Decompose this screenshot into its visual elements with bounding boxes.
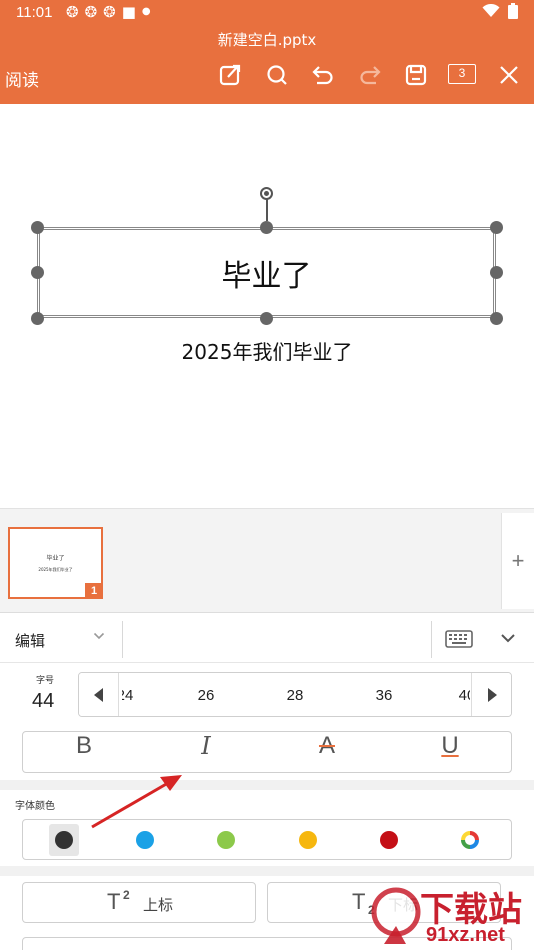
bold-button[interactable]: B [54, 732, 114, 772]
add-slide-button[interactable]: + [501, 513, 534, 609]
slide-number-badge: 1 [85, 583, 103, 599]
collapse-chevron-icon[interactable] [500, 632, 516, 644]
site-watermark: 下载站 91xz.net [368, 882, 534, 950]
font-size-option[interactable]: 28 [275, 687, 315, 704]
document-title: 新建空白.pptx [217, 31, 317, 49]
font-color-picker [22, 819, 512, 860]
color-swatch-red[interactable] [380, 831, 398, 849]
rotate-handle[interactable] [260, 187, 273, 200]
keyboard-icon[interactable] [445, 630, 473, 648]
slide-thumbnail-strip: 毕业了 2025年我们毕业了 1 + [0, 508, 534, 612]
font-size-option[interactable]: 26 [186, 687, 226, 704]
resize-handle-top-left[interactable] [30, 220, 44, 234]
edit-menu-label[interactable]: 编辑 [15, 630, 45, 651]
app-notification-icon: ❂ [84, 3, 98, 21]
size-next-arrow[interactable] [471, 673, 511, 716]
resize-handle-bottom-left[interactable] [30, 311, 44, 325]
italic-button[interactable]: I [176, 732, 236, 772]
font-size-option[interactable]: 36 [364, 687, 404, 704]
close-icon[interactable] [494, 61, 524, 89]
subscript-icon: T [352, 889, 366, 914]
resize-handle-top[interactable] [259, 220, 273, 234]
superscript-index: 2 [123, 888, 130, 902]
font-size-picker[interactable]: 24 26 28 36 40 [78, 672, 512, 717]
slide-subtitle-text[interactable]: 2025年我们毕业了 [0, 336, 534, 365]
chevron-down-icon[interactable] [93, 631, 105, 641]
dot-icon: ● [141, 6, 151, 17]
font-color-label: 字体颜色 [15, 801, 55, 812]
watermark-url: 91xz.net [426, 924, 505, 946]
resize-handle-left[interactable] [30, 265, 44, 279]
status-notification-icons: ❂ ❂ ❂ ■ ● [66, 3, 151, 21]
superscript-button[interactable]: T 2 上标 [22, 882, 256, 923]
status-system-icons [482, 3, 518, 19]
search-icon[interactable] [262, 61, 292, 89]
color-swatch-dark[interactable] [55, 831, 73, 849]
resize-handle-bottom[interactable] [259, 311, 273, 325]
edit-icon[interactable] [215, 61, 245, 89]
color-swatch-yellow[interactable] [299, 831, 317, 849]
image-notification-icon: ■ [121, 3, 136, 21]
app-notification-icon: ❂ [66, 3, 79, 21]
resize-handle-bottom-right[interactable] [489, 311, 503, 325]
watermark-logo [371, 887, 421, 944]
more-colors-icon[interactable] [461, 831, 479, 849]
thumbnail-title: 毕业了 [46, 555, 65, 562]
edit-panel-header: 编辑 [0, 612, 534, 663]
section-separator [0, 866, 534, 876]
color-swatch-green[interactable] [217, 831, 235, 849]
caret-right-icon [487, 687, 497, 702]
save-icon[interactable] [401, 61, 431, 89]
divider [431, 621, 432, 658]
text-style-bar: B I A U [22, 731, 512, 773]
section-separator [0, 780, 534, 790]
page-count-button[interactable]: 3 [448, 64, 476, 84]
font-size-value: 44 [32, 690, 55, 712]
app-notification-icon: ❂ [103, 3, 116, 21]
status-time: 11:01 [16, 4, 53, 21]
slide-thumbnail[interactable]: 毕业了 2025年我们毕业了 1 [8, 527, 103, 599]
app-header: 11:01 ❂ ❂ ❂ ■ ● 新建空白.pptx 阅读 3 [0, 0, 534, 104]
superscript-icon: T [107, 889, 121, 914]
strikethrough-button[interactable]: A [297, 732, 357, 772]
underline-button[interactable]: U [420, 732, 480, 772]
redo-icon[interactable] [355, 61, 385, 89]
resize-handle-right[interactable] [489, 265, 503, 279]
font-size-label: 字号 [36, 676, 55, 686]
caret-left-icon [93, 687, 103, 702]
divider [122, 621, 123, 658]
undo-icon[interactable] [308, 61, 338, 89]
rotate-connector [266, 199, 268, 221]
wifi-icon [482, 4, 500, 17]
resize-handle-top-right[interactable] [489, 220, 503, 234]
slide-title-text[interactable]: 毕业了 [37, 251, 496, 295]
color-swatch-blue[interactable] [136, 831, 154, 849]
thumbnail-subtitle: 2025年我们毕业了 [38, 567, 73, 572]
superscript-label: 上标 [143, 896, 174, 914]
read-mode-button[interactable]: 阅读 [5, 66, 39, 91]
size-prev-arrow[interactable] [79, 673, 119, 716]
battery-icon [508, 3, 518, 19]
